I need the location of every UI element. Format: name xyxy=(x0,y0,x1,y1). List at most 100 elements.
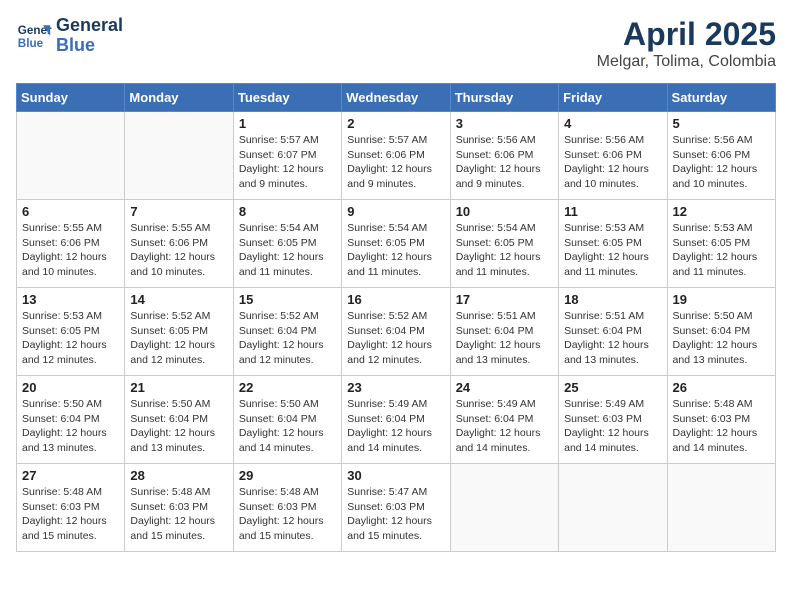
day-info: Sunrise: 5:55 AM Sunset: 6:06 PM Dayligh… xyxy=(130,221,227,280)
day-number: 18 xyxy=(564,292,661,307)
calendar-cell: 6Sunrise: 5:55 AM Sunset: 6:06 PM Daylig… xyxy=(17,200,125,288)
calendar-cell: 25Sunrise: 5:49 AM Sunset: 6:03 PM Dayli… xyxy=(559,376,667,464)
day-header-friday: Friday xyxy=(559,84,667,112)
calendar-cell: 19 Sunrise: 5:50 AM Sunset: 6:04 PM Dayli… xyxy=(667,288,775,376)
day-info: Sunrise: 5:54 AM Sunset: 6:05 PM Dayligh… xyxy=(347,221,444,280)
day-info: Sunrise: 5:49 AM Sunset: 6:04 PM Dayligh… xyxy=(456,397,553,456)
week-row-1: 1 Sunrise: 5:57 AM Sunset: 6:07 PM Daylig… xyxy=(17,112,776,200)
day-info: Sunrise: 5:54 AM Sunset: 6:05 PM Dayligh… xyxy=(456,221,553,280)
day-header-wednesday: Wednesday xyxy=(342,84,450,112)
day-number: 28 xyxy=(130,468,227,483)
calendar-cell: 27 Sunrise: 5:48 AM Sunset: 6:03 PM Dayli… xyxy=(17,464,125,552)
day-number: 10 xyxy=(456,204,553,219)
calendar-cell: 3Sunrise: 5:56 AM Sunset: 6:06 PM Daylig… xyxy=(450,112,558,200)
day-number: 12 xyxy=(673,204,770,219)
calendar-cell: 12 Sunrise: 5:53 AM Sunset: 6:05 PM Dayli… xyxy=(667,200,775,288)
calendar-cell: 13Sunrise: 5:53 AM Sunset: 6:05 PM Dayli… xyxy=(17,288,125,376)
day-info: Sunrise: 5:51 AM Sunset: 6:04 PM Dayligh… xyxy=(456,309,553,368)
day-info: Sunrise: 5:47 AM Sunset: 6:03 PM Dayligh… xyxy=(347,485,444,544)
day-info: Sunrise: 5:50 AM Sunset: 6:04 PM Dayligh… xyxy=(130,397,227,456)
day-number: 17 xyxy=(456,292,553,307)
calendar-cell: 5Sunrise: 5:56 AM Sunset: 6:06 PM Daylig… xyxy=(667,112,775,200)
calendar-cell: 24 Sunrise: 5:49 AM Sunset: 6:04 PM Dayli… xyxy=(450,376,558,464)
day-info: Sunrise: 5:50 AM Sunset: 6:04 PM Dayligh… xyxy=(673,309,770,368)
calendar-cell: 9 Sunrise: 5:54 AM Sunset: 6:05 PM Daylig… xyxy=(342,200,450,288)
day-info: Sunrise: 5:54 AM Sunset: 6:05 PM Dayligh… xyxy=(239,221,336,280)
day-number: 11 xyxy=(564,204,661,219)
title-block: April 2025 Melgar, Tolima, Colombia xyxy=(597,16,776,71)
day-number: 15 xyxy=(239,292,336,307)
day-info: Sunrise: 5:52 AM Sunset: 6:05 PM Dayligh… xyxy=(130,309,227,368)
logo: General Blue General Blue xyxy=(16,16,123,56)
day-number: 9 xyxy=(347,204,444,219)
day-number: 23 xyxy=(347,380,444,395)
day-number: 29 xyxy=(239,468,336,483)
calendar-cell: 22Sunrise: 5:50 AM Sunset: 6:04 PM Dayli… xyxy=(233,376,341,464)
day-header-tuesday: Tuesday xyxy=(233,84,341,112)
day-number: 6 xyxy=(22,204,119,219)
calendar-cell: 15 Sunrise: 5:52 AM Sunset: 6:04 PM Dayli… xyxy=(233,288,341,376)
calendar-cell: 18 Sunrise: 5:51 AM Sunset: 6:04 PM Dayli… xyxy=(559,288,667,376)
calendar-cell: 21 Sunrise: 5:50 AM Sunset: 6:04 PM Dayli… xyxy=(125,376,233,464)
day-info: Sunrise: 5:53 AM Sunset: 6:05 PM Dayligh… xyxy=(564,221,661,280)
calendar-cell xyxy=(559,464,667,552)
day-number: 19 xyxy=(673,292,770,307)
day-info: Sunrise: 5:56 AM Sunset: 6:06 PM Dayligh… xyxy=(564,133,661,192)
day-info: Sunrise: 5:50 AM Sunset: 6:04 PM Dayligh… xyxy=(22,397,119,456)
calendar-cell: 28Sunrise: 5:48 AM Sunset: 6:03 PM Dayli… xyxy=(125,464,233,552)
day-info: Sunrise: 5:57 AM Sunset: 6:07 PM Dayligh… xyxy=(239,133,336,192)
location-subtitle: Melgar, Tolima, Colombia xyxy=(597,53,776,71)
day-info: Sunrise: 5:49 AM Sunset: 6:04 PM Dayligh… xyxy=(347,397,444,456)
day-number: 14 xyxy=(130,292,227,307)
day-number: 4 xyxy=(564,116,661,131)
week-row-3: 13Sunrise: 5:53 AM Sunset: 6:05 PM Dayli… xyxy=(17,288,776,376)
day-info: Sunrise: 5:53 AM Sunset: 6:05 PM Dayligh… xyxy=(673,221,770,280)
day-number: 22 xyxy=(239,380,336,395)
day-number: 13 xyxy=(22,292,119,307)
day-number: 24 xyxy=(456,380,553,395)
calendar-cell: 20 Sunrise: 5:50 AM Sunset: 6:04 PM Dayli… xyxy=(17,376,125,464)
day-info: Sunrise: 5:51 AM Sunset: 6:04 PM Dayligh… xyxy=(564,309,661,368)
calendar-cell: 14 Sunrise: 5:52 AM Sunset: 6:05 PM Dayli… xyxy=(125,288,233,376)
calendar-cell xyxy=(125,112,233,200)
logo-text-line1: General xyxy=(56,16,123,36)
day-number: 2 xyxy=(347,116,444,131)
day-number: 30 xyxy=(347,468,444,483)
page-header: General Blue General Blue April 2025 Mel… xyxy=(16,16,776,71)
calendar-cell: 4 Sunrise: 5:56 AM Sunset: 6:06 PM Daylig… xyxy=(559,112,667,200)
calendar-cell xyxy=(17,112,125,200)
calendar-cell: 30 Sunrise: 5:47 AM Sunset: 6:03 PM Dayli… xyxy=(342,464,450,552)
day-number: 5 xyxy=(673,116,770,131)
calendar-cell: 7Sunrise: 5:55 AM Sunset: 6:06 PM Daylig… xyxy=(125,200,233,288)
day-info: Sunrise: 5:48 AM Sunset: 6:03 PM Dayligh… xyxy=(239,485,336,544)
day-info: Sunrise: 5:57 AM Sunset: 6:06 PM Dayligh… xyxy=(347,133,444,192)
calendar-cell: 1 Sunrise: 5:57 AM Sunset: 6:07 PM Daylig… xyxy=(233,112,341,200)
calendar-cell: 10 Sunrise: 5:54 AM Sunset: 6:05 PM Dayli… xyxy=(450,200,558,288)
week-row-5: 27 Sunrise: 5:48 AM Sunset: 6:03 PM Dayli… xyxy=(17,464,776,552)
calendar-cell: 26 Sunrise: 5:48 AM Sunset: 6:03 PM Dayli… xyxy=(667,376,775,464)
day-header-thursday: Thursday xyxy=(450,84,558,112)
day-number: 26 xyxy=(673,380,770,395)
day-number: 3 xyxy=(456,116,553,131)
day-info: Sunrise: 5:52 AM Sunset: 6:04 PM Dayligh… xyxy=(239,309,336,368)
day-info: Sunrise: 5:48 AM Sunset: 6:03 PM Dayligh… xyxy=(673,397,770,456)
day-number: 20 xyxy=(22,380,119,395)
day-number: 16 xyxy=(347,292,444,307)
day-number: 27 xyxy=(22,468,119,483)
day-number: 21 xyxy=(130,380,227,395)
day-header-saturday: Saturday xyxy=(667,84,775,112)
logo-icon: General Blue xyxy=(16,18,52,54)
day-info: Sunrise: 5:48 AM Sunset: 6:03 PM Dayligh… xyxy=(22,485,119,544)
calendar-cell: 8Sunrise: 5:54 AM Sunset: 6:05 PM Daylig… xyxy=(233,200,341,288)
week-row-2: 6 Sunrise: 5:55 AM Sunset: 6:06 PM Daylig… xyxy=(17,200,776,288)
calendar-cell xyxy=(450,464,558,552)
day-number: 1 xyxy=(239,116,336,131)
day-header-monday: Monday xyxy=(125,84,233,112)
day-header-sunday: Sunday xyxy=(17,84,125,112)
day-info: Sunrise: 5:52 AM Sunset: 6:04 PM Dayligh… xyxy=(347,309,444,368)
calendar-header-row: SundayMondayTuesdayWednesdayThursdayFrid… xyxy=(17,84,776,112)
calendar-cell: 29 Sunrise: 5:48 AM Sunset: 6:03 PM Dayli… xyxy=(233,464,341,552)
calendar-cell: 2 Sunrise: 5:57 AM Sunset: 6:06 PM Daylig… xyxy=(342,112,450,200)
day-info: Sunrise: 5:49 AM Sunset: 6:03 PM Dayligh… xyxy=(564,397,661,456)
calendar-cell: 23 Sunrise: 5:49 AM Sunset: 6:04 PM Dayli… xyxy=(342,376,450,464)
